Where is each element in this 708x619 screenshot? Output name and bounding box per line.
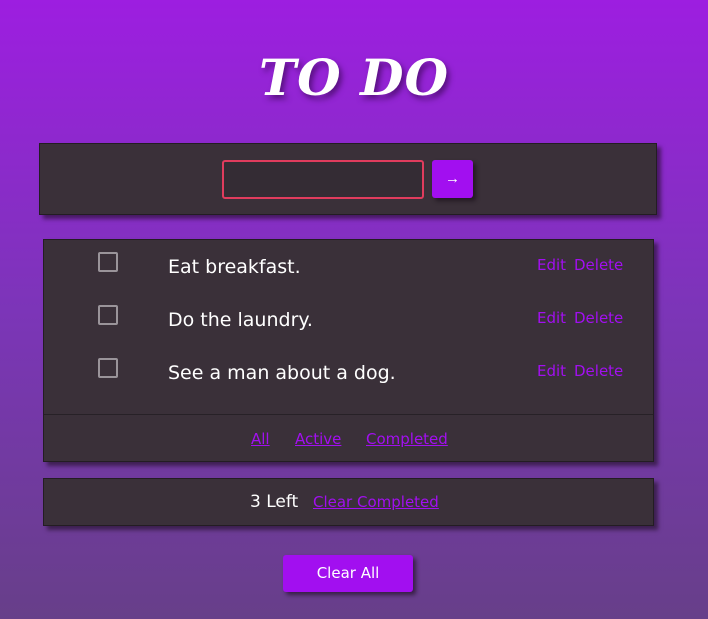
delete-button[interactable]: Delete xyxy=(574,255,623,275)
status-panel: 3 Left Clear Completed xyxy=(43,478,654,526)
todo-text: Do the laundry. xyxy=(168,309,313,331)
todo-list: Eat breakfast. Edit Delete Do the laundr… xyxy=(43,239,654,462)
clear-all-button[interactable]: Clear All xyxy=(283,555,413,592)
arrow-right-icon: → xyxy=(445,170,460,187)
edit-button[interactable]: Edit xyxy=(537,361,566,381)
todo-checkbox[interactable] xyxy=(98,358,118,378)
todo-item: Eat breakfast. Edit Delete xyxy=(44,240,653,293)
clear-completed-link[interactable]: Clear Completed xyxy=(313,492,439,512)
delete-button[interactable]: Delete xyxy=(574,361,623,381)
filter-bar: All Active Completed xyxy=(44,414,653,461)
delete-button[interactable]: Delete xyxy=(574,308,623,328)
filter-completed-link[interactable]: Completed xyxy=(366,429,448,449)
add-todo-button[interactable]: → xyxy=(432,160,473,198)
new-todo-input[interactable] xyxy=(222,160,424,199)
filter-active-link[interactable]: Active xyxy=(295,429,341,449)
todo-item: See a man about a dog. Edit Delete xyxy=(44,346,653,399)
items-left-count: 3 Left xyxy=(250,492,299,512)
new-todo-panel: → xyxy=(39,143,657,215)
edit-button[interactable]: Edit xyxy=(537,308,566,328)
filter-all-link[interactable]: All xyxy=(251,429,270,449)
todo-text: See a man about a dog. xyxy=(168,362,396,384)
edit-button[interactable]: Edit xyxy=(537,255,566,275)
todo-checkbox[interactable] xyxy=(98,305,118,325)
todo-text: Eat breakfast. xyxy=(168,256,301,278)
todo-item: Do the laundry. Edit Delete xyxy=(44,293,653,346)
page-title: TO DO xyxy=(258,48,450,107)
todo-checkbox[interactable] xyxy=(98,252,118,272)
